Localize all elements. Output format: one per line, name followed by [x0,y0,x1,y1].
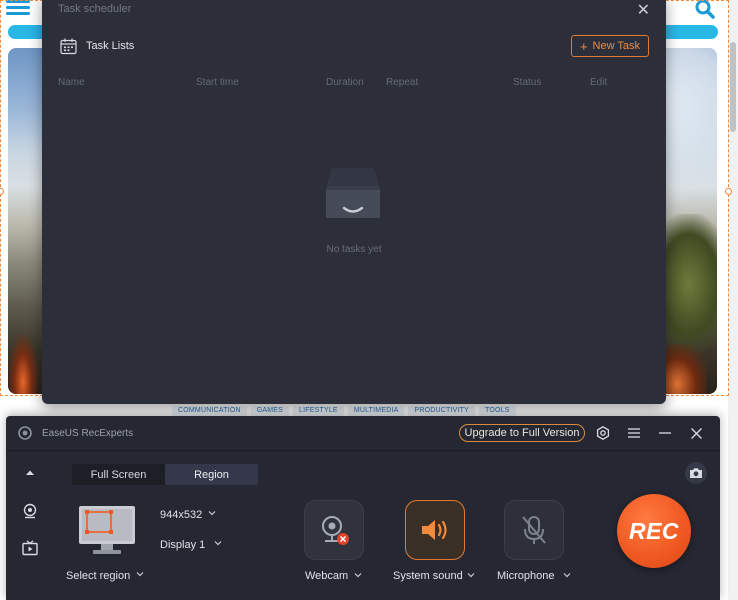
capture-mode-tabs: Full Screen Region [72,464,258,485]
hamburger-menu-icon[interactable] [6,0,30,15]
task-lists-heading: Task Lists [86,40,135,52]
microphone-label[interactable]: Microphone [497,570,554,582]
selection-handle-right[interactable] [725,188,732,195]
column-header-status: Status [513,77,542,88]
webcam-mode-icon[interactable] [22,503,38,519]
webcam-toggle[interactable] [304,500,364,560]
select-region-dropdown[interactable]: Select region [66,570,130,582]
column-header-duration: Duration [326,77,364,88]
new-task-button[interactable]: + New Task [571,35,649,57]
dialog-title: Task scheduler [58,3,132,15]
settings-icon[interactable] [594,424,612,442]
search-icon[interactable] [694,0,716,20]
page-scrollbar[interactable] [728,0,738,600]
scrollbar-thumb[interactable] [730,42,736,132]
collapse-up-icon[interactable] [25,468,35,478]
speaker-icon [422,520,447,540]
calendar-icon [60,38,77,55]
column-header-start-time: Start time [196,77,239,88]
tab-region[interactable]: Region [165,464,258,485]
camera-icon [690,468,702,478]
close-icon[interactable]: ✕ [637,0,650,20]
chevron-down-icon[interactable] [354,571,362,579]
plus-icon: + [579,38,588,54]
column-header-name: Name [58,77,85,88]
column-header-edit: Edit [590,77,608,88]
webcam-label[interactable]: Webcam [305,570,348,582]
media-player-icon[interactable] [22,540,38,556]
task-scheduler-dialog: Task scheduler ✕ Task Lists + New Task N… [42,0,666,404]
column-header-repeat: Repeat [386,77,419,88]
chevron-down-icon[interactable] [208,509,216,517]
chevron-down-icon[interactable] [467,571,475,579]
record-button[interactable]: REC [617,494,691,568]
resolution-dropdown[interactable]: 944x532 [160,509,202,521]
microphone-toggle[interactable] [504,500,564,560]
new-task-label: New Task [592,40,641,52]
title-divider [6,450,720,451]
menu-icon[interactable] [625,424,643,442]
webcam-off-icon [322,516,349,545]
screenshot-button[interactable] [685,462,707,484]
display-dropdown[interactable]: Display 1 [160,539,205,551]
monitor-region-icon[interactable] [79,506,135,556]
empty-state-text: No tasks yet [326,244,382,255]
app-logo-icon [18,426,32,440]
empty-inbox-icon [326,168,380,218]
system-sound-label[interactable]: System sound [393,570,463,582]
tab-full-screen[interactable]: Full Screen [72,464,165,485]
recexperts-panel: EaseUS RecExperts Upgrade to Full Versio… [6,416,720,600]
chevron-down-icon[interactable] [136,570,144,578]
microphone-off-icon [522,516,546,544]
chevron-down-icon[interactable] [214,539,222,547]
close-icon[interactable] [687,424,705,442]
minimize-icon[interactable] [656,424,674,442]
app-name: EaseUS RecExperts [42,428,134,439]
chevron-down-icon[interactable] [563,571,571,579]
system-sound-toggle[interactable] [405,500,465,560]
upgrade-button[interactable]: Upgrade to Full Version [459,424,585,442]
